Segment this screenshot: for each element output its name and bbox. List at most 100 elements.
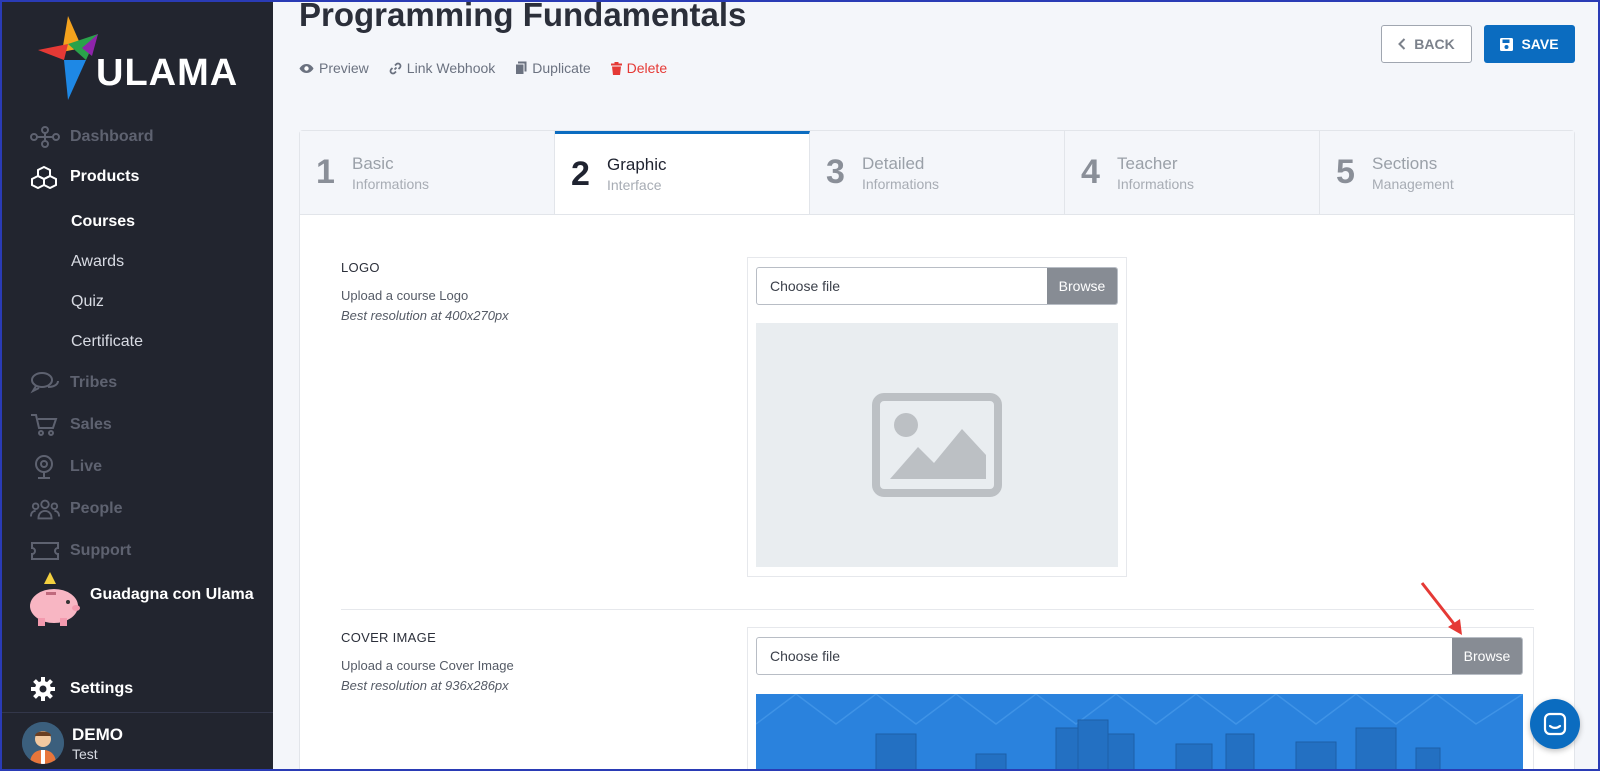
user-name: DEMO bbox=[72, 725, 123, 744]
chat-launcher-button[interactable] bbox=[1530, 699, 1580, 749]
sidebar-item-label: Sales bbox=[70, 416, 112, 433]
wizard-tabs: 1 Basic Informations 2 Graphic Interface 3… bbox=[300, 131, 1574, 215]
tab-number: 3 bbox=[826, 153, 845, 191]
tab-title: Detailed bbox=[862, 153, 925, 173]
back-button[interactable]: BACK bbox=[1381, 25, 1472, 63]
sidebar-subitem-courses[interactable]: Courses bbox=[71, 213, 135, 231]
sidebar-item-products[interactable]: Products bbox=[30, 164, 139, 190]
tab-number: 5 bbox=[1336, 153, 1355, 191]
avatar[interactable] bbox=[22, 722, 64, 764]
preview-link[interactable]: Preview bbox=[299, 60, 369, 76]
ticket-icon bbox=[30, 538, 60, 564]
tab-subtitle: Informations bbox=[352, 175, 430, 192]
sidebar-subitem-quiz[interactable]: Quiz bbox=[71, 293, 104, 311]
tab-sections-management[interactable]: 5 Sections Management bbox=[1320, 131, 1574, 214]
cover-file-placeholder: Choose file bbox=[770, 648, 841, 664]
link-webhook-link[interactable]: Link Webhook bbox=[389, 60, 495, 76]
sidebar-subitem-certificate[interactable]: Certificate bbox=[71, 333, 143, 351]
cover-section-label: COVER IMAGE bbox=[341, 630, 437, 645]
sidebar-item-sales[interactable]: Sales bbox=[30, 412, 112, 438]
copy-icon bbox=[515, 61, 527, 75]
sidebar-item-live[interactable]: Live bbox=[30, 454, 102, 480]
sidebar-item-label: Products bbox=[70, 168, 140, 185]
tab-number: 1 bbox=[316, 153, 335, 191]
app-window: ULAMA Dashboard Products Courses Awards … bbox=[0, 0, 1600, 771]
sidebar-item-people[interactable]: People bbox=[30, 496, 122, 522]
tab-teacher-informations[interactable]: 4 Teacher Informations bbox=[1065, 131, 1320, 214]
tab-title: Sections bbox=[1372, 153, 1438, 173]
sidebar-item-label: Support bbox=[70, 542, 132, 559]
tab-number: 2 bbox=[571, 154, 590, 193]
duplicate-label: Duplicate bbox=[532, 60, 591, 76]
tab-graphic-interface[interactable]: 2 Graphic Interface bbox=[555, 131, 810, 214]
sidebar-item-support[interactable]: Support bbox=[30, 538, 131, 564]
red-arrow-annotation bbox=[1420, 582, 1462, 635]
preview-label: Preview bbox=[319, 60, 369, 76]
course-actions: Preview Link Webhook Duplicate Delete bbox=[299, 60, 667, 76]
sidebar: ULAMA Dashboard Products Courses Awards … bbox=[2, 2, 273, 769]
logo-file-placeholder: Choose file bbox=[770, 278, 841, 294]
sidebar-item-label: Dashboard bbox=[70, 128, 154, 145]
duplicate-link[interactable]: Duplicate bbox=[515, 60, 591, 76]
sidebar-item-dashboard[interactable]: Dashboard bbox=[30, 124, 154, 150]
tab-title: Teacher bbox=[1117, 153, 1178, 173]
promo-label: Guadagna con Ulama bbox=[90, 586, 254, 603]
sidebar-item-label: People bbox=[70, 500, 123, 517]
trash-icon bbox=[610, 61, 622, 75]
logo-resolution-hint: Best resolution at 400x270px bbox=[341, 308, 509, 323]
page-title: Programming Fundamentals bbox=[299, 0, 747, 33]
logo-text: ULAMA bbox=[96, 52, 239, 94]
webcam-icon bbox=[30, 454, 60, 480]
cover-image-preview bbox=[756, 694, 1523, 769]
people-icon bbox=[30, 496, 60, 522]
cover-section-desc: Upload a course Cover Image Best resolut… bbox=[341, 656, 514, 696]
eye-icon bbox=[299, 63, 314, 73]
network-icon bbox=[30, 124, 60, 150]
tab-title: Graphic bbox=[607, 155, 667, 174]
sidebar-item-settings[interactable]: Settings bbox=[30, 676, 133, 702]
tab-subtitle: Interface bbox=[607, 177, 662, 193]
sidebar-divider bbox=[2, 712, 273, 713]
tab-number: 4 bbox=[1081, 153, 1100, 191]
logo-file-input[interactable]: Choose file Browse bbox=[756, 267, 1118, 305]
sidebar-item-tribes[interactable]: Tribes bbox=[30, 370, 117, 396]
sidebar-subitem-awards[interactable]: Awards bbox=[71, 253, 124, 271]
logo-section-desc: Upload a course Logo Best resolution at … bbox=[341, 286, 509, 326]
ulama-logo[interactable]: ULAMA bbox=[38, 14, 248, 104]
sidebar-item-label: Tribes bbox=[70, 374, 118, 391]
cover-resolution-hint: Best resolution at 936x286px bbox=[341, 678, 509, 693]
delete-label: Delete bbox=[626, 60, 668, 76]
image-placeholder-icon bbox=[872, 393, 1002, 497]
sidebar-promo-guadagna[interactable]: Guadagna con Ulama bbox=[26, 570, 266, 628]
user-role: Test bbox=[72, 746, 98, 762]
chevron-left-icon bbox=[1398, 38, 1406, 50]
logo-desc-text: Upload a course Logo bbox=[341, 288, 469, 303]
save-label: SAVE bbox=[1521, 36, 1559, 52]
logo-section-label: LOGO bbox=[341, 260, 380, 275]
piggy-bank-icon bbox=[30, 572, 80, 626]
cover-file-input[interactable]: Choose file Browse bbox=[756, 637, 1523, 675]
save-button[interactable]: SAVE bbox=[1484, 25, 1575, 63]
tab-detailed-informations[interactable]: 3 Detailed Informations bbox=[810, 131, 1065, 214]
tab-basic-informations[interactable]: 1 Basic Informations bbox=[300, 131, 555, 214]
floppy-disk-icon bbox=[1500, 37, 1514, 51]
delete-link[interactable]: Delete bbox=[610, 60, 668, 76]
cover-browse-button[interactable]: Browse bbox=[1452, 638, 1522, 674]
cover-desc-text: Upload a course Cover Image bbox=[341, 658, 514, 673]
logo-image-preview bbox=[756, 323, 1118, 567]
tab-subtitle: Management bbox=[1372, 175, 1454, 192]
city-skyline-image bbox=[756, 694, 1523, 769]
chat-icon bbox=[1543, 712, 1567, 736]
tab-subtitle: Informations bbox=[862, 175, 940, 192]
section-divider bbox=[341, 609, 1534, 610]
link-icon bbox=[389, 62, 402, 74]
sidebar-item-label: Settings bbox=[70, 680, 134, 697]
link-webhook-label: Link Webhook bbox=[406, 60, 496, 76]
logo-browse-button[interactable]: Browse bbox=[1047, 268, 1117, 304]
tab-subtitle: Informations bbox=[1117, 175, 1195, 192]
cubes-icon bbox=[30, 164, 60, 190]
sidebar-item-label: Live bbox=[70, 458, 103, 475]
tab-title: Basic bbox=[352, 153, 394, 173]
back-label: BACK bbox=[1414, 36, 1455, 52]
gear-icon bbox=[30, 676, 60, 702]
